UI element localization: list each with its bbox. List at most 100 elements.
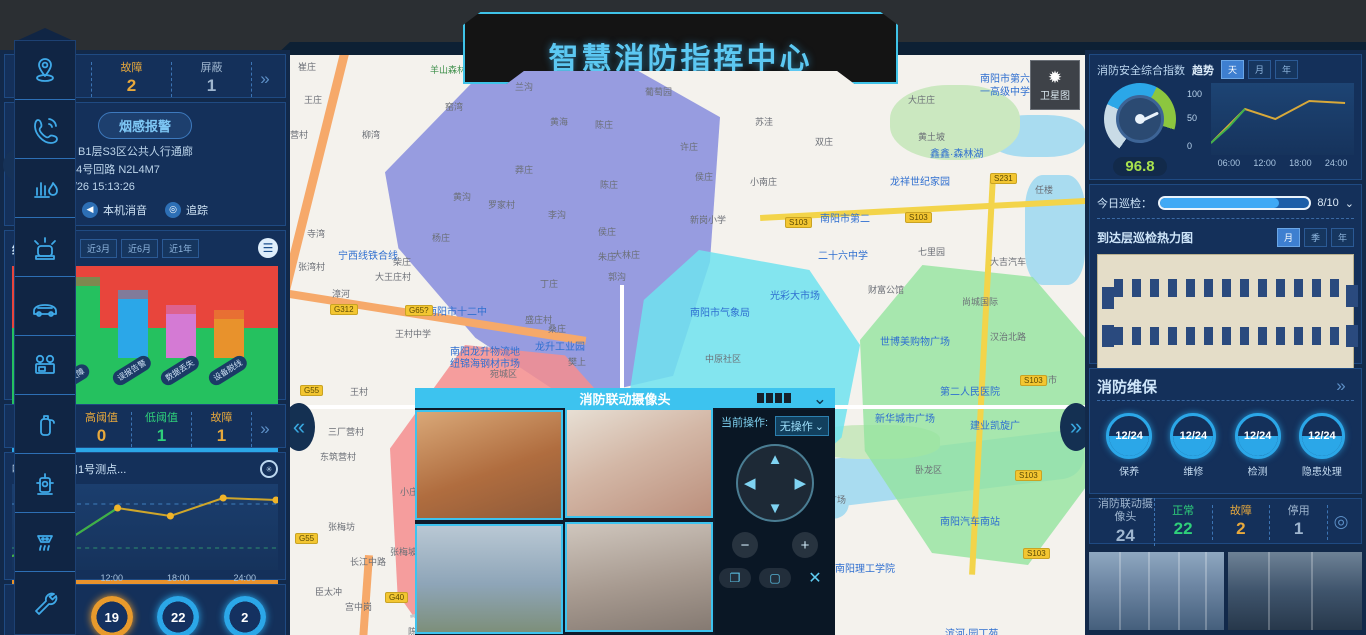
floor-room	[1204, 327, 1213, 345]
video-cell[interactable]	[415, 410, 563, 520]
device-stats-more-button[interactable]: »	[252, 69, 278, 89]
bar-top	[118, 290, 148, 299]
device-gauge[interactable]: 2消防水箱	[223, 596, 266, 635]
stat-cell: 故障 2	[1213, 504, 1271, 540]
tab-day[interactable]: 天	[1221, 60, 1245, 79]
maintenance-item[interactable]: 12/24 保养	[1106, 413, 1153, 478]
zoom-out-button[interactable]: −	[732, 532, 758, 558]
maintenance-gauge: 12/24	[1170, 413, 1217, 459]
floor-heatmap[interactable]	[1097, 254, 1358, 372]
bar	[166, 305, 196, 358]
rail-item-fire-statistics[interactable]	[15, 159, 75, 218]
rail-item-sprinkler[interactable]	[15, 513, 75, 572]
video-layout-icon[interactable]	[757, 393, 791, 403]
rail-item-fire-pump[interactable]	[15, 336, 75, 395]
ptz-operation-value: 无操作	[779, 421, 813, 433]
floor-room	[1114, 279, 1123, 297]
tab-quarter[interactable]: 季	[1303, 227, 1327, 247]
camera-feed[interactable]	[1227, 552, 1362, 630]
tab-6m[interactable]: 近6月	[121, 238, 159, 258]
chevron-down-icon[interactable]: ⌄	[1345, 197, 1354, 210]
map-route-shield: G55	[295, 533, 319, 544]
safety-index-score: 96.8	[1113, 157, 1167, 176]
map-place-label: 许庄	[680, 142, 699, 152]
rail-item-fire-hydrant[interactable]	[15, 454, 75, 513]
floor-room	[1150, 279, 1159, 297]
rail-item-wrench[interactable]	[15, 572, 75, 631]
map-place-label: 世博美购物广场	[880, 337, 950, 348]
right-sidebar: 消防安全综合指数 趋势 天 月 年 96.8 100 50 0 06:00 12…	[1085, 50, 1366, 635]
map-place-label: 羊山森林	[430, 65, 467, 75]
trace-button[interactable]: ◎ 追踪	[165, 201, 208, 218]
maintenance-title: 消防维保	[1097, 378, 1158, 396]
divider	[1097, 218, 1354, 219]
record-icon[interactable]: ▢	[759, 568, 791, 588]
zoom-in-button[interactable]: +	[792, 532, 818, 558]
tab-year[interactable]: 年	[1275, 60, 1299, 79]
map-route-shield: S103	[1020, 375, 1047, 386]
stat-cell: 低阈值 1	[132, 411, 192, 447]
map-place-label: 罗家村	[488, 200, 516, 210]
bar-top	[214, 310, 244, 319]
floor-room	[1222, 327, 1231, 345]
stat-cell: 正常 22	[1155, 504, 1213, 540]
map-place-label: 崔庄	[298, 62, 317, 72]
map-place-label: 漳河	[332, 289, 351, 299]
rail-item-phone[interactable]	[15, 100, 75, 159]
tab-month[interactable]: 月	[1248, 60, 1272, 79]
chevron-down-icon[interactable]: ⌄	[813, 390, 827, 407]
fire-extinguisher-icon	[40, 415, 55, 436]
rail-item-location-pin[interactable]	[15, 41, 75, 100]
icon-rail	[14, 40, 76, 635]
map-place-label: 三厂营村	[328, 427, 365, 437]
maintenance-items: 12/24 保养 12/24 维修 12/24 检测 12/24 隐患处理	[1097, 407, 1354, 478]
map-place-label: 葡萄园	[645, 87, 673, 97]
ptz-operation-select[interactable]: 无操作 ⌄	[774, 416, 829, 436]
gear-icon[interactable]: ◎	[1328, 512, 1354, 532]
tab-year[interactable]: 年	[1330, 227, 1354, 247]
trend-label: 趋势	[1192, 64, 1214, 77]
map-place-label: 南阳市气象局	[690, 308, 750, 319]
device-gauge[interactable]: 22消防水炮	[157, 596, 200, 635]
map-place-label: 建业凯旋广	[970, 421, 1020, 432]
stat-cell: 故障 2	[92, 61, 172, 97]
floor-room	[1258, 279, 1267, 297]
ptz-dpad[interactable]: ▲ ▼ ◀ ▶	[736, 444, 814, 522]
ptz-left-button[interactable]: ◀	[744, 474, 756, 492]
ptz-right-button[interactable]: ▶	[794, 474, 806, 492]
maintenance-label: 检测	[1247, 467, 1268, 478]
video-cell[interactable]	[565, 408, 713, 518]
maintenance-item[interactable]: 12/24 隐患处理	[1298, 413, 1345, 478]
video-cell[interactable]	[415, 524, 563, 634]
tab-month[interactable]: 月	[1276, 227, 1300, 247]
bar-body	[166, 314, 196, 358]
device-gauge[interactable]: 19消火栓	[90, 596, 133, 635]
tab-3m[interactable]: 近3月	[80, 238, 118, 258]
map-place-label: 王村	[350, 387, 369, 397]
snapshot-icon[interactable]: ❐	[719, 568, 751, 588]
maintenance-item[interactable]: 12/24 检测	[1234, 413, 1281, 478]
floor-room	[1240, 327, 1249, 345]
video-cell[interactable]	[565, 522, 713, 632]
close-icon[interactable]: ✕	[799, 568, 831, 588]
rail-item-alarm-light[interactable]	[15, 218, 75, 277]
tab-1y[interactable]: 近1年	[162, 238, 200, 258]
camera-feed[interactable]	[1089, 552, 1224, 630]
maintenance-more-button[interactable]: »	[1328, 376, 1354, 396]
maintenance-item[interactable]: 12/24 维修	[1170, 413, 1217, 478]
map-place-label: 光彩大市场	[770, 291, 820, 302]
water-stats-more-button[interactable]: »	[252, 419, 278, 439]
ptz-down-button[interactable]: ▼	[768, 500, 783, 517]
satellite-map-button[interactable]: ✹ 卫星图	[1030, 60, 1080, 110]
gear-icon[interactable]: ✳	[260, 460, 278, 478]
list-icon[interactable]: ☰	[258, 238, 278, 258]
axis-tick: 12:00	[1253, 158, 1276, 168]
silence-button[interactable]: ◀ 本机消音	[82, 201, 147, 218]
ptz-up-button[interactable]: ▲	[768, 451, 783, 468]
rail-item-vehicle[interactable]	[15, 277, 75, 336]
rail-item-fire-extinguisher[interactable]	[15, 395, 75, 454]
map-place-label: 营村	[290, 130, 309, 140]
map-collapse-right-button[interactable]: »	[1060, 403, 1085, 451]
patrol-panel: 今日巡检： 8/10 ⌄ 到达层巡检热力图 月 季 年	[1089, 184, 1362, 372]
axis-tick: 100	[1187, 89, 1203, 99]
